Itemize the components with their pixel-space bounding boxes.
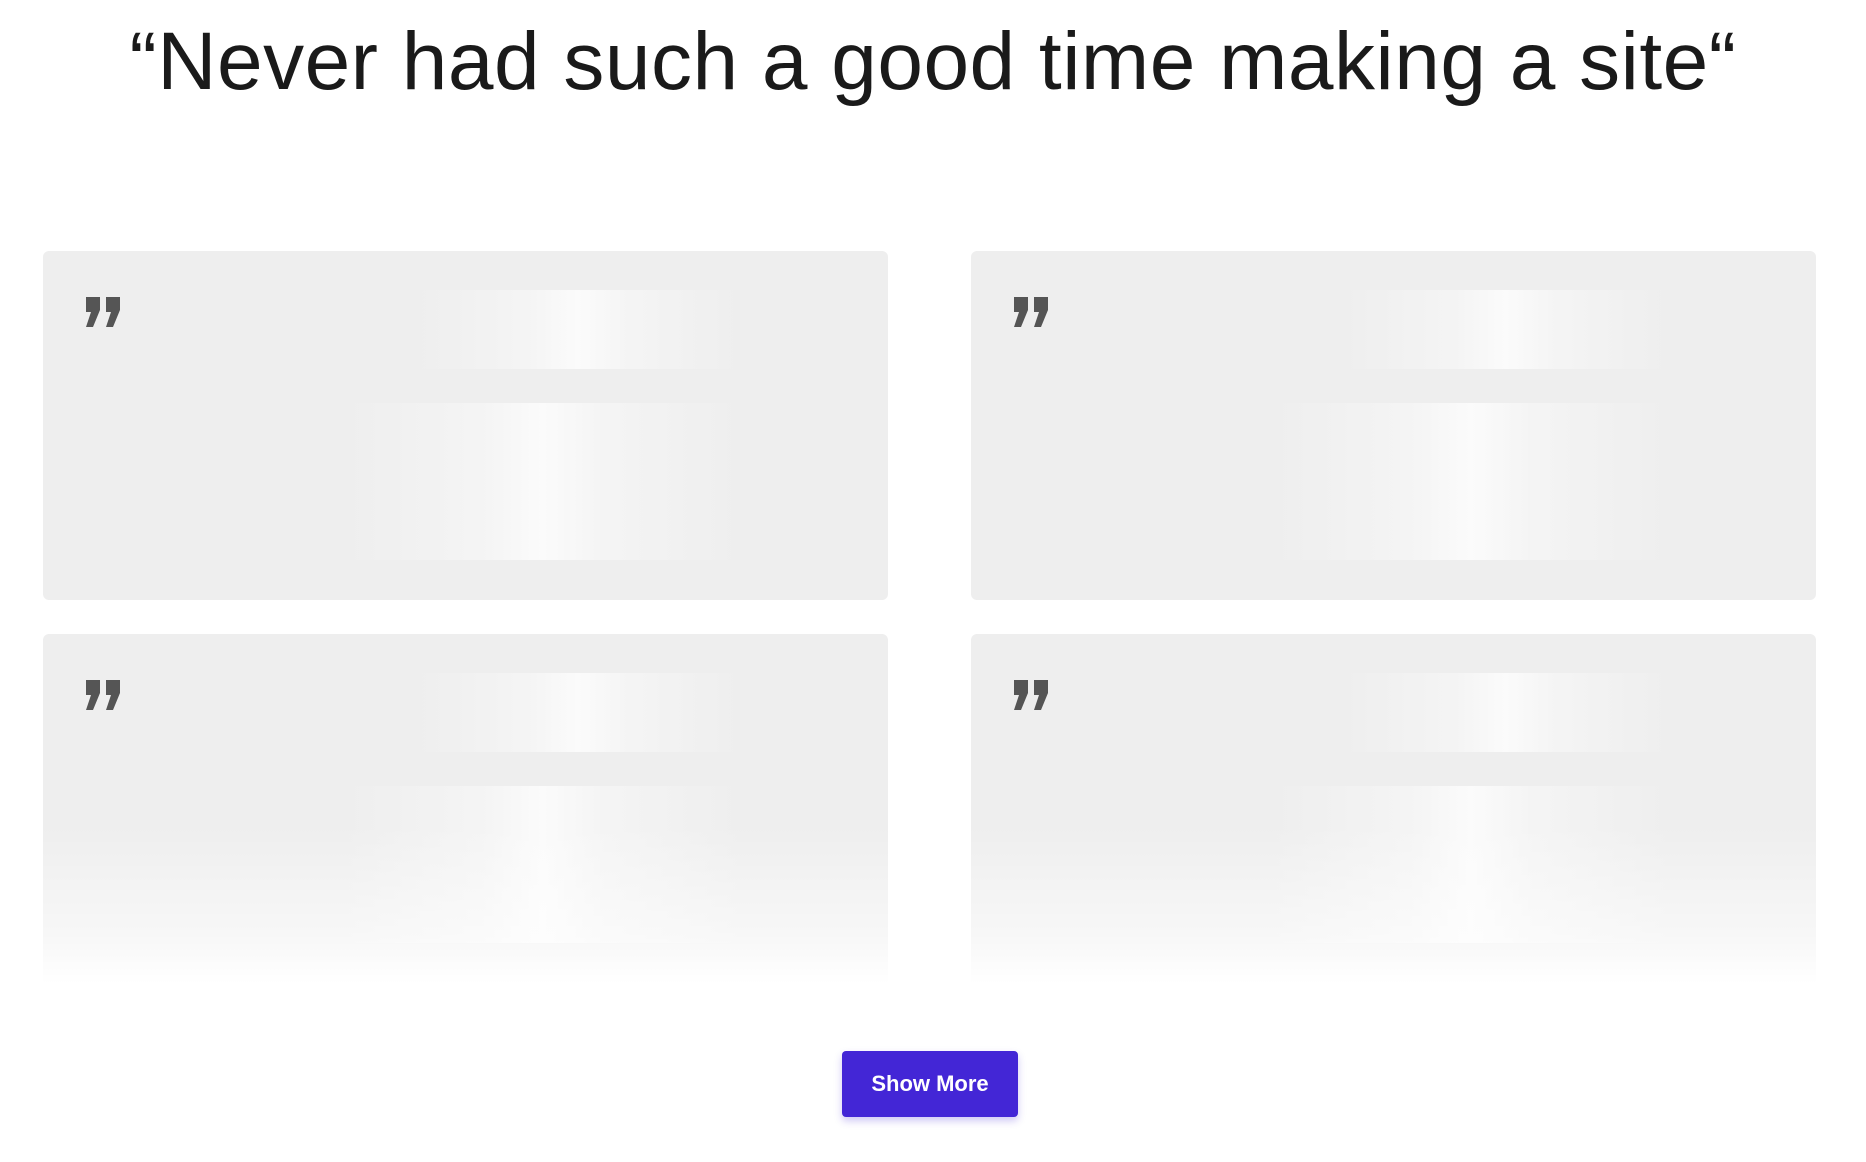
skeleton-block [1271,786,1671,943]
skeleton-block [343,403,743,560]
skeleton-line [413,673,743,752]
quote-icon [1014,297,1050,327]
skeleton-block [343,786,743,943]
skeleton-line [1341,673,1671,752]
quote-icon [86,297,122,327]
testimonial-card [971,251,1816,600]
quote-icon [1014,680,1050,710]
skeleton-line [413,290,743,369]
testimonial-card [43,634,888,984]
testimonial-card [43,251,888,600]
testimonial-card [971,634,1816,984]
quote-icon [86,680,122,710]
page-title: “Never had such a good time making a sit… [129,16,1737,107]
skeleton-line [1341,290,1671,369]
skeleton-block [1271,403,1671,560]
show-more-button[interactable]: Show More [842,1051,1018,1117]
